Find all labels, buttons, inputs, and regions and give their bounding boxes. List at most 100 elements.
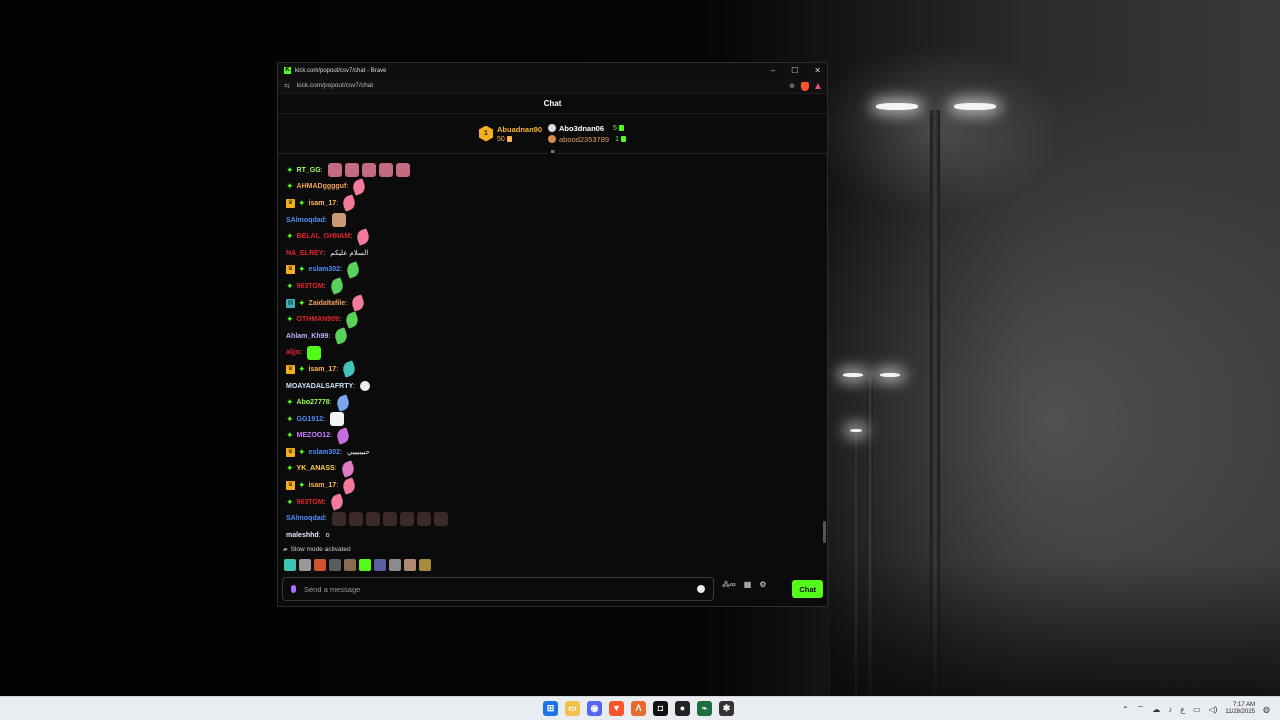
brave-browser-icon[interactable]: ▼: [609, 701, 624, 716]
maximize-button[interactable]: ☐: [791, 66, 798, 75]
network-icon[interactable]: ⌔: [1137, 704, 1145, 714]
message-input[interactable]: [304, 584, 689, 594]
clock[interactable]: 7:17 AM 11/28/2025: [1225, 702, 1255, 716]
quick-emote-icon[interactable]: [374, 559, 386, 571]
emote-icon[interactable]: [341, 360, 358, 379]
quick-emote-icon[interactable]: [299, 559, 311, 571]
leaderboard-third-place[interactable]: abood2353789 1: [548, 135, 626, 144]
app-icon[interactable]: ✱: [719, 701, 734, 716]
quick-emote-icon[interactable]: [284, 559, 296, 571]
obs-icon[interactable]: ●: [675, 701, 690, 716]
cloud-icon[interactable]: ☁: [1152, 705, 1160, 714]
emote-icon[interactable]: [351, 178, 368, 196]
brave-shields-icon[interactable]: [801, 81, 809, 91]
emote-icon[interactable]: [360, 381, 371, 392]
zoom-icon[interactable]: ⊕: [789, 82, 795, 90]
emote-icon[interactable]: [329, 412, 344, 427]
emote-icon[interactable]: [341, 194, 358, 213]
emoji-picker-icon[interactable]: [697, 585, 705, 593]
settings-gear-icon[interactable]: ⚙: [759, 580, 766, 589]
quick-emote-icon[interactable]: [344, 559, 356, 571]
emote-icon[interactable]: [339, 460, 356, 478]
capcut-icon[interactable]: ◘: [653, 701, 668, 716]
emote-icon[interactable]: [344, 163, 359, 178]
minimize-button[interactable]: –: [771, 66, 775, 75]
chat-username[interactable]: 963TOM: [297, 283, 324, 290]
window-titlebar[interactable]: K kick.com/popout/csv7/chat - Brave – ☐ …: [278, 63, 827, 78]
notifications-icon[interactable]: ◍: [1263, 705, 1270, 714]
chat-username[interactable]: OTHMAN909: [297, 316, 339, 323]
chat-username[interactable]: NA_ELREY: [286, 250, 323, 257]
store-icon[interactable]: ▦: [744, 580, 752, 589]
chat-username[interactable]: YK_ANASS: [297, 465, 335, 472]
emote-icon[interactable]: [350, 294, 367, 312]
quick-emote-icon[interactable]: [404, 559, 416, 571]
emote-icon[interactable]: [331, 511, 346, 526]
app-icon[interactable]: Λ: [631, 701, 646, 716]
chat-username[interactable]: MOAYADALSAFRTY: [286, 383, 353, 390]
close-button[interactable]: ✕: [814, 66, 821, 75]
emote-icon[interactable]: [382, 511, 397, 526]
leaderboard-second-place[interactable]: Abo3dnan06 5: [548, 124, 626, 133]
chat-username[interactable]: Ahlam_Kh99: [286, 333, 328, 340]
chevron-up-icon[interactable]: ⌃: [1122, 705, 1129, 714]
display-icon[interactable]: ▭: [1193, 705, 1201, 714]
quick-emote-icon[interactable]: [329, 559, 341, 571]
chat-username[interactable]: Zaidaltafile: [309, 300, 346, 307]
emote-icon[interactable]: [333, 327, 350, 345]
chat-username[interactable]: eslam302: [309, 449, 341, 456]
start-menu-icon[interactable]: ⊞: [543, 701, 558, 716]
emote-icon[interactable]: [344, 261, 362, 279]
emote-icon[interactable]: [361, 163, 376, 178]
leaderboard-first-place[interactable]: 1 Abuadnan90 50: [479, 125, 542, 143]
quick-emote-icon[interactable]: [314, 559, 326, 571]
loyalty-points-icon[interactable]: ⁂∞: [722, 580, 736, 589]
chat-username[interactable]: SAlmoqdad: [286, 515, 325, 522]
emote-icon[interactable]: [416, 511, 431, 526]
chat-username[interactable]: eslam302: [309, 266, 341, 273]
chat-username[interactable]: AHMADgggguf: [297, 183, 347, 190]
terminal-icon[interactable]: ⌁: [697, 701, 712, 716]
leaderboard-name[interactable]: Abuadnan90: [497, 125, 542, 134]
chat-username[interactable]: MEZOO12: [297, 432, 330, 439]
chat-username[interactable]: 963TOM: [297, 499, 324, 506]
emote-icon[interactable]: [334, 393, 351, 412]
collapse-leaderboard-icon[interactable]: ≡: [548, 149, 557, 156]
emote-icon[interactable]: [399, 511, 414, 526]
emote-icon[interactable]: [365, 511, 380, 526]
leaderboard-name[interactable]: Abo3dnan06: [559, 124, 604, 133]
address-bar[interactable]: ⇆ kick.com/popout/csv7/chat ⊕: [278, 78, 827, 94]
emote-icon[interactable]: [433, 511, 448, 526]
address-url[interactable]: kick.com/popout/csv7/chat: [297, 82, 373, 89]
chat-username[interactable]: GG1912: [297, 416, 323, 423]
emote-icon[interactable]: [328, 493, 345, 511]
chat-username[interactable]: isam_17: [309, 366, 337, 373]
chat-username[interactable]: SAlmoqdad: [286, 217, 325, 224]
emote-icon[interactable]: [306, 345, 321, 360]
leaderboard-name[interactable]: abood2353789: [559, 135, 609, 144]
emote-icon[interactable]: [328, 277, 345, 296]
quick-emote-icon[interactable]: [419, 559, 431, 571]
microphone-icon[interactable]: [291, 585, 296, 593]
chat-username[interactable]: aljjo: [286, 349, 300, 356]
quick-emote-icon[interactable]: [389, 559, 401, 571]
emote-icon[interactable]: [348, 511, 363, 526]
emote-icon[interactable]: [327, 163, 342, 178]
emote-icon[interactable]: [355, 228, 372, 246]
emote-icon[interactable]: [341, 476, 358, 495]
emote-icon[interactable]: [395, 163, 410, 178]
language-icon[interactable]: ع: [1180, 705, 1185, 714]
send-chat-button[interactable]: Chat: [792, 580, 823, 598]
chat-username[interactable]: BELAL_GHNAM: [297, 233, 351, 240]
quick-emote-icon[interactable]: [359, 559, 371, 571]
emote-icon[interactable]: [378, 163, 393, 178]
chat-username[interactable]: RT_GG: [297, 167, 321, 174]
message-composer[interactable]: [282, 577, 714, 601]
chat-scrollbar[interactable]: [823, 521, 826, 543]
discord-icon[interactable]: ◉: [587, 701, 602, 716]
chat-username[interactable]: isam_17: [309, 200, 337, 207]
emote-icon[interactable]: [331, 213, 346, 228]
emote-icon[interactable]: [343, 311, 360, 329]
brave-rewards-icon[interactable]: [815, 83, 821, 89]
chat-message-list[interactable]: ✦ RT_GG: ✦ AHMADgggguf: ♛ ✦ isam_17: SAlmoqdad:…: [278, 158, 827, 543]
